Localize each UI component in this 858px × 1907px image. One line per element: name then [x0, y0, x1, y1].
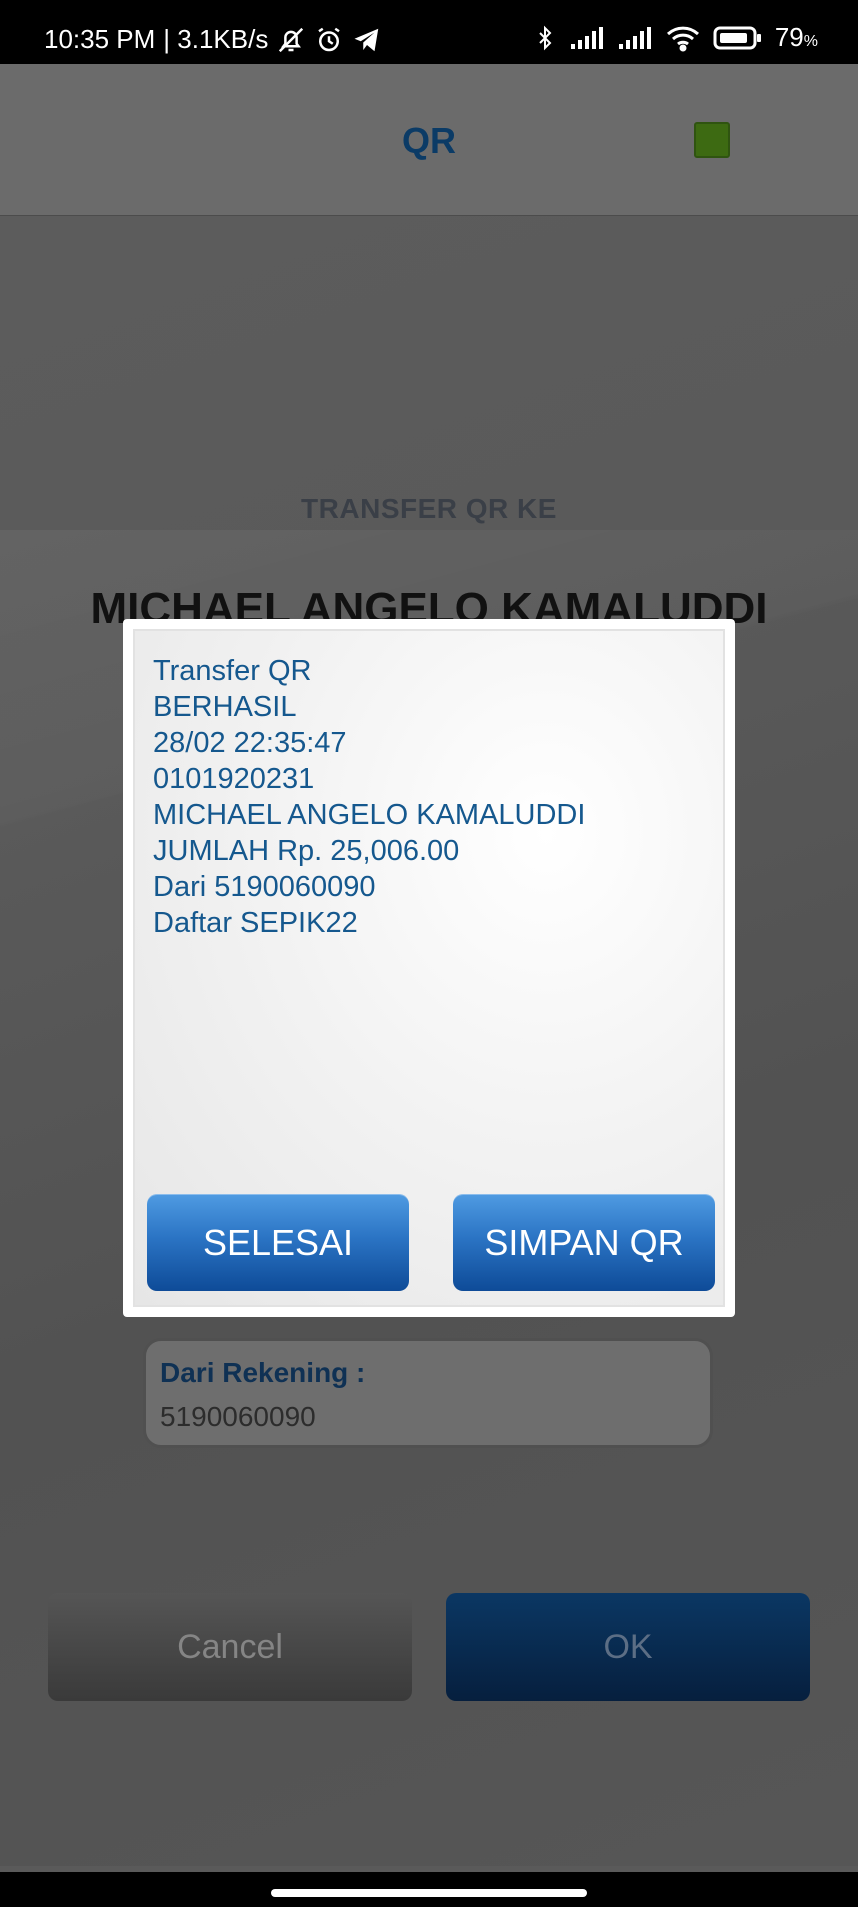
transfer-to-label: TRANSFER QR KE	[301, 493, 557, 524]
status-indicator	[694, 122, 730, 158]
receipt-line-amount: JUMLAH Rp. 25,006.00	[153, 835, 460, 867]
ok-button[interactable]: OK	[446, 1593, 810, 1701]
receipt-line-recipient: MICHAEL ANGELO KAMALUDDI	[153, 799, 586, 831]
transfer-receipt: Transfer QR BERHASIL 28/02 22:35:47 0101…	[153, 653, 585, 941]
app-header: QR	[0, 64, 858, 217]
cell-signal-icon	[617, 26, 653, 50]
from-account-field: Dari Rekening : 5190060090	[143, 1338, 713, 1448]
dialog-body: Transfer QR BERHASIL 28/02 22:35:47 0101…	[133, 629, 725, 1307]
wifi-icon	[665, 24, 701, 52]
receipt-line-reference: 0101920231	[153, 763, 315, 795]
alarm-clock-icon	[314, 25, 344, 55]
cell-signal-icon	[569, 26, 605, 50]
done-button[interactable]: SELESAI	[147, 1194, 409, 1291]
cancel-button[interactable]: Cancel	[48, 1593, 412, 1701]
status-right: 79%	[533, 22, 818, 53]
status-left: 10:35 PM | 3.1KB/s	[44, 24, 382, 55]
battery-percentage: 79%	[774, 22, 818, 52]
from-account-value: 5190060090	[160, 1401, 316, 1432]
bell-off-icon	[276, 25, 306, 55]
home-indicator[interactable]	[271, 1889, 587, 1897]
save-qr-button[interactable]: SIMPAN QR	[453, 1194, 715, 1291]
telegram-icon	[352, 25, 382, 55]
receipt-line-datetime: 28/02 22:35:47	[153, 727, 347, 759]
receipt-line-status: BERHASIL	[153, 691, 297, 723]
bluetooth-icon	[533, 23, 557, 53]
status-network-speed: | 3.1KB/s	[163, 24, 269, 54]
status-time: 10:35 PM	[44, 24, 156, 54]
result-dialog: Transfer QR BERHASIL 28/02 22:35:47 0101…	[123, 619, 735, 1317]
receipt-line-title: Transfer QR	[153, 655, 312, 687]
receipt-line-list: Daftar SEPIK22	[153, 907, 358, 939]
from-account-label: Dari Rekening :	[160, 1357, 366, 1388]
battery-icon	[713, 25, 763, 51]
receipt-line-source: Dari 5190060090	[153, 871, 376, 903]
status-bar: 10:35 PM | 3.1KB/s 79%	[0, 0, 858, 64]
